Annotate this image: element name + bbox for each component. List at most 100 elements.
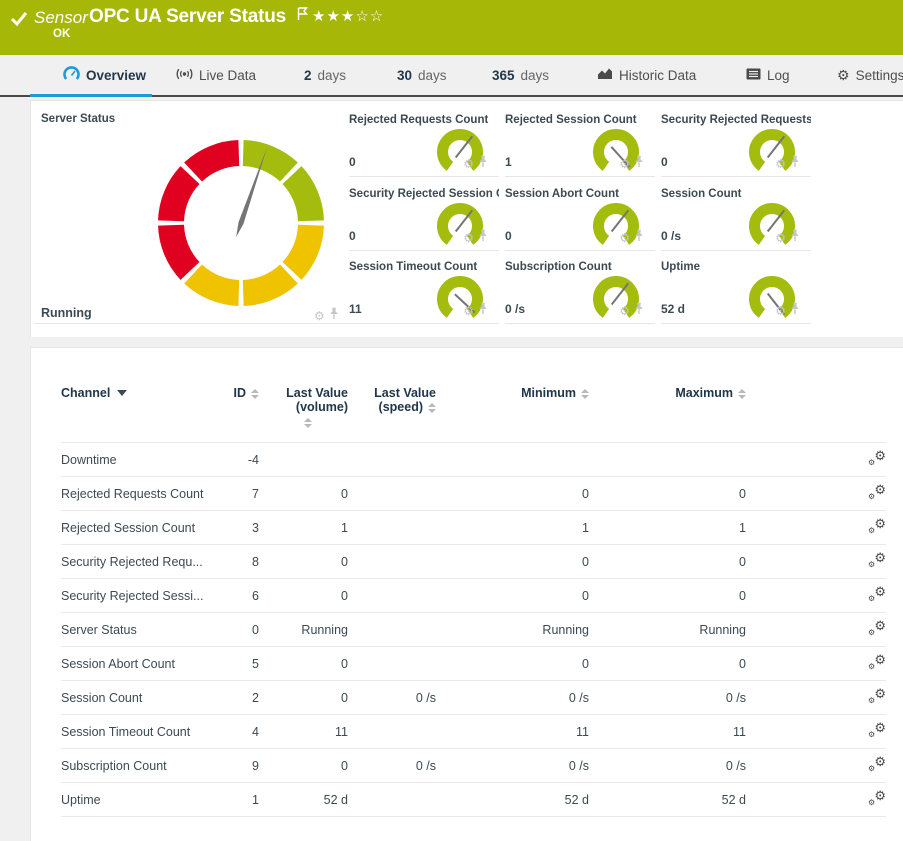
gauge-panel-session-abort-count[interactable]: Session Abort Count 0 ⚙: [505, 181, 655, 251]
tab-2-days[interactable]: 2 days: [304, 55, 346, 95]
column-header-channel[interactable]: Channel: [61, 386, 211, 443]
panel-gear-icon[interactable]: ⚙: [463, 232, 474, 244]
column-label: Maximum: [675, 386, 733, 400]
gear-icon: ⚙: [868, 526, 875, 535]
minimum-value: 11: [436, 715, 589, 749]
channel-settings-gears-icon[interactable]: ⚙⚙: [868, 586, 886, 602]
panel-gear-icon[interactable]: ⚙: [463, 158, 474, 170]
channel-id: 6: [211, 579, 259, 613]
priority-stars[interactable]: ★★★☆☆: [312, 7, 384, 25]
tab-365-days-unit: days: [521, 68, 550, 83]
panel-tools: ⚙: [619, 229, 644, 247]
priority-flag-icon[interactable]: [297, 7, 308, 26]
gauge-panel-subscription-count[interactable]: Subscription Count 0 /s ⚙: [505, 254, 655, 324]
table-row: Session Count 2 0 0 /s 0 /s 0 /s ⚙⚙: [61, 681, 886, 715]
maximum-value: 52 d: [589, 783, 746, 817]
maximum-value: 0: [589, 545, 746, 579]
panel-pin-icon[interactable]: [790, 155, 800, 173]
channel-settings-gears-icon[interactable]: ⚙⚙: [868, 518, 886, 534]
sort-icon: [738, 389, 746, 399]
last-value-volume: 0: [259, 681, 348, 715]
gauge-panel-session-timeout-count[interactable]: Session Timeout Count 11 ⚙: [349, 254, 499, 324]
sort-icon: [304, 418, 312, 428]
channel-settings-gears-icon[interactable]: ⚙⚙: [868, 688, 886, 704]
tab-30-days-unit: days: [418, 68, 447, 83]
panel-pin-icon[interactable]: [790, 302, 800, 320]
last-value-speed: [348, 715, 436, 749]
channel-settings-gears-icon[interactable]: ⚙⚙: [868, 484, 886, 500]
column-header-minimum[interactable]: Minimum: [436, 386, 589, 443]
gauge-value: 0 /s: [661, 229, 681, 243]
channel-name: Session Timeout Count: [61, 715, 211, 749]
tab-2-days-unit: days: [318, 68, 347, 83]
channel-settings-gears-icon[interactable]: ⚙⚙: [868, 722, 886, 738]
channel-name: Rejected Requests Count: [61, 477, 211, 511]
gauge-panel-security-rejected-requests[interactable]: Security Rejected Requests C... 0 ⚙: [661, 107, 811, 177]
tab-overview[interactable]: Overview: [63, 55, 146, 95]
tab-live-data[interactable]: Live Data: [176, 55, 256, 95]
panel-gear-icon[interactable]: ⚙: [314, 310, 325, 322]
minimum-value: 0 /s: [436, 681, 589, 715]
channel-settings-gears-icon[interactable]: ⚙⚙: [868, 756, 886, 772]
panel-gear-icon[interactable]: ⚙: [619, 232, 630, 244]
panel-gear-icon[interactable]: ⚙: [775, 232, 786, 244]
sort-icon: [428, 403, 436, 413]
channel-name: Server Status: [61, 613, 211, 647]
channel-settings-gears-icon[interactable]: ⚙⚙: [868, 790, 886, 806]
maximum-value: 0: [589, 477, 746, 511]
tab-30-days[interactable]: 30 days: [397, 55, 447, 95]
channel-settings-gears-icon[interactable]: ⚙⚙: [868, 450, 886, 466]
last-value-volume: 0: [259, 749, 348, 783]
panel-pin-icon[interactable]: [634, 302, 644, 320]
panel-gear-icon[interactable]: ⚙: [463, 305, 474, 317]
server-status-gauge-panel[interactable]: Server Status Running ⚙: [31, 101, 349, 338]
gauge-value: 11: [349, 302, 362, 316]
column-header-maximum[interactable]: Maximum: [589, 386, 746, 443]
channel-name: Session Abort Count: [61, 647, 211, 681]
gear-icon: ⚙: [868, 492, 875, 501]
minimum-value: 52 d: [436, 783, 589, 817]
maximum-value: Running: [589, 613, 746, 647]
panel-pin-icon[interactable]: [478, 302, 488, 320]
tab-log[interactable]: Log: [746, 55, 790, 95]
minimum-value: 0: [436, 545, 589, 579]
gauge-panel-rejected-requests-count[interactable]: Rejected Requests Count 0 ⚙: [349, 107, 499, 177]
gear-icon: ⚙: [868, 560, 875, 569]
channel-table: Channel ID Last Value (volume) Last Valu…: [61, 386, 886, 817]
channel-settings-gears-icon[interactable]: ⚙⚙: [868, 552, 886, 568]
column-header-last-value-volume[interactable]: Last Value (volume): [259, 386, 348, 443]
channel-settings-gears-icon[interactable]: ⚙⚙: [868, 620, 886, 636]
panel-gear-icon[interactable]: ⚙: [619, 158, 630, 170]
gauge-panel-session-count[interactable]: Session Count 0 /s ⚙: [661, 181, 811, 251]
table-row: Downtime -4 ⚙⚙: [61, 443, 886, 477]
server-status-gauge-value: Running: [41, 306, 92, 320]
last-value-volume: [259, 443, 348, 477]
channel-name: Rejected Session Count: [61, 511, 211, 545]
panel-gear-icon[interactable]: ⚙: [775, 158, 786, 170]
channel-id: -4: [211, 443, 259, 477]
gauge-panel-security-rejected-session[interactable]: Security Rejected Session Co... 0 ⚙: [349, 181, 499, 251]
tab-365-days[interactable]: 365 days: [492, 55, 549, 95]
channel-id: 5: [211, 647, 259, 681]
gauge-title: Session Count: [661, 188, 742, 200]
gauge-panel-uptime[interactable]: Uptime 52 d ⚙: [661, 254, 811, 324]
gear-icon: ⚙: [874, 686, 886, 702]
gauge-panel-rejected-session-count[interactable]: Rejected Session Count 1 ⚙: [505, 107, 655, 177]
column-label: (volume): [259, 400, 348, 414]
tab-historic-data[interactable]: Historic Data: [597, 55, 696, 95]
panel-pin-icon[interactable]: [478, 229, 488, 247]
column-header-last-value-speed[interactable]: Last Value (speed): [348, 386, 436, 443]
channel-settings-gears-icon[interactable]: ⚙⚙: [868, 654, 886, 670]
panel-pin-icon[interactable]: [634, 229, 644, 247]
panel-tools: ⚙: [619, 302, 644, 320]
panel-gear-icon[interactable]: ⚙: [775, 305, 786, 317]
tab-settings[interactable]: ⚙ Settings: [837, 55, 903, 95]
panel-pin-icon[interactable]: [634, 155, 644, 173]
panel-gear-icon[interactable]: ⚙: [619, 305, 630, 317]
column-header-id[interactable]: ID: [211, 386, 259, 443]
panel-pin-icon[interactable]: [478, 155, 488, 173]
panel-pin-icon[interactable]: [790, 229, 800, 247]
gear-icon: ⚙: [868, 798, 875, 807]
table-row: Rejected Requests Count 7 0 0 0 ⚙⚙: [61, 477, 886, 511]
panel-tools: ⚙: [463, 302, 488, 320]
